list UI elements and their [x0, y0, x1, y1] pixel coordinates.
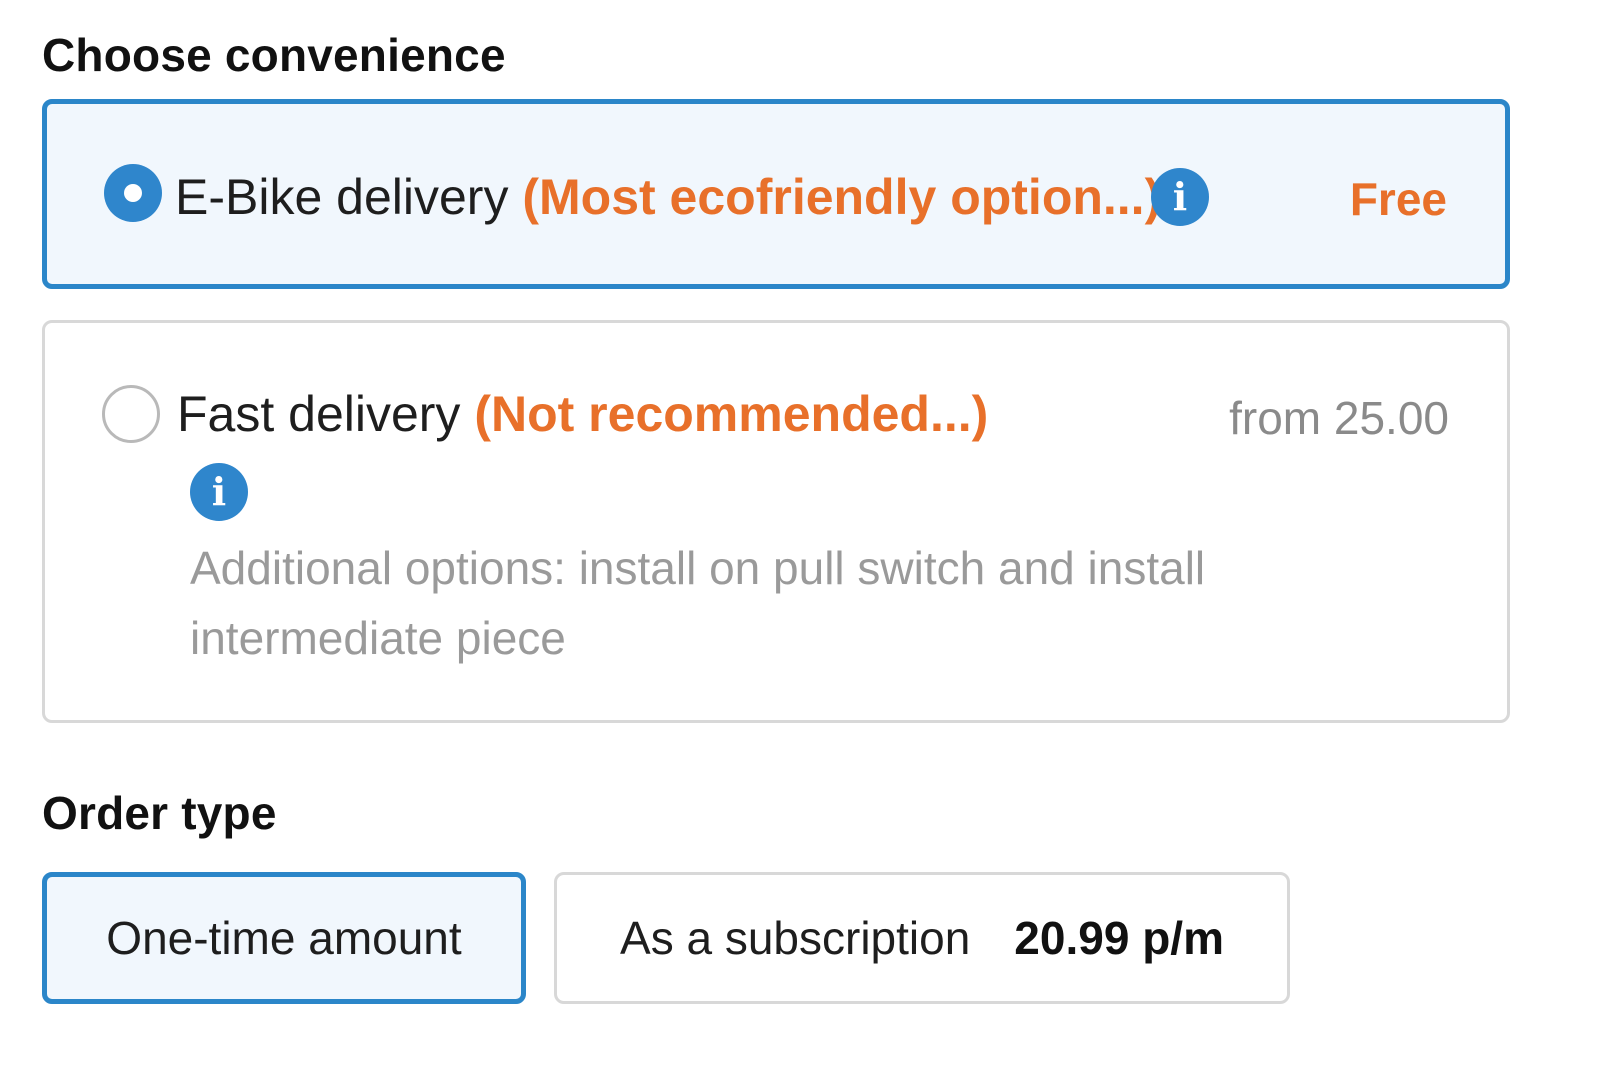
- radio-fast-unselected[interactable]: [102, 385, 160, 443]
- subscription-label: As a subscription: [620, 912, 971, 964]
- one-time-amount-label: One-time amount: [106, 912, 462, 964]
- option-ebike-delivery[interactable]: E-Bike delivery (Most ecofriendly option…: [42, 99, 1510, 289]
- fast-delivery-label: Fast delivery (Not recommended...): [177, 385, 988, 443]
- fast-delivery-price: from 25.00: [1229, 392, 1449, 444]
- subscription-button[interactable]: As a subscription 20.99 p/m: [554, 872, 1290, 1004]
- ebike-delivery-label: E-Bike delivery (Most ecofriendly option…: [175, 168, 1161, 226]
- checkout-options-panel: Choose convenience E-Bike delivery (Most…: [0, 0, 1600, 1071]
- radio-ebike-selected[interactable]: [104, 164, 162, 222]
- ebike-delivery-name: E-Bike delivery: [175, 169, 509, 225]
- info-icon[interactable]: i: [1151, 168, 1209, 226]
- option-fast-delivery[interactable]: Fast delivery (Not recommended...) from …: [42, 320, 1510, 723]
- info-icon[interactable]: i: [190, 463, 248, 521]
- fast-delivery-name: Fast delivery: [177, 386, 461, 442]
- fast-delivery-note: (Not recommended...): [474, 386, 989, 442]
- ebike-delivery-price: Free: [1349, 173, 1447, 225]
- ebike-delivery-note: (Most ecofriendly option...): [522, 169, 1162, 225]
- fast-delivery-additional-options: Additional options: install on pull swit…: [190, 542, 1206, 664]
- order-type-title: Order type: [42, 787, 277, 839]
- convenience-title: Choose convenience: [42, 29, 506, 81]
- subscription-price: 20.99 p/m: [1014, 912, 1224, 964]
- one-time-amount-button[interactable]: One-time amount: [42, 872, 526, 1004]
